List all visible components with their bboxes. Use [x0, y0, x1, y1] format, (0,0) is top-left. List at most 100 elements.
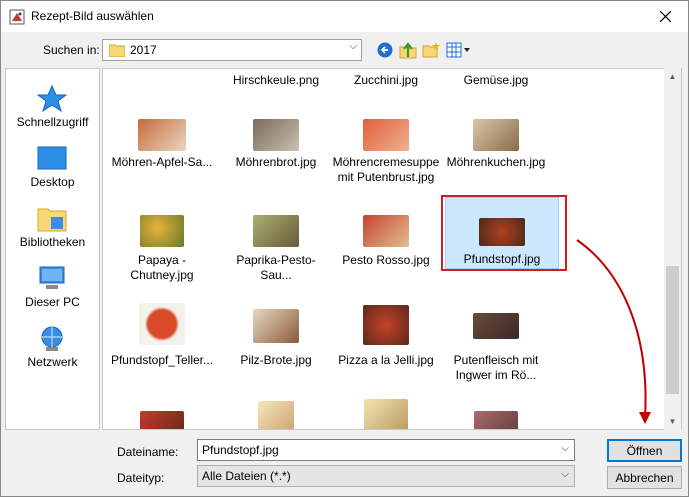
folder-icon — [109, 44, 125, 57]
close-button[interactable] — [642, 1, 688, 32]
sidebar-item-label: Bibliotheken — [19, 235, 86, 249]
view-menu-button[interactable] — [446, 40, 472, 60]
filename-field[interactable]: ⌵ — [197, 439, 575, 461]
file-name: Pfundstopf.jpg — [463, 252, 541, 266]
file-item[interactable]: Möhrenbrot.jpg — [221, 119, 331, 209]
thumbnail — [363, 119, 409, 151]
file-name: Pilz-Brote.jpg — [240, 353, 312, 367]
desktop-icon — [37, 146, 67, 170]
thumbnail — [363, 215, 409, 247]
filename-input[interactable] — [198, 440, 538, 460]
thumbnail — [253, 119, 299, 151]
file-name: Gemüse.jpg — [463, 73, 529, 87]
new-folder-button[interactable] — [421, 40, 441, 60]
file-item[interactable]: Papaya - Chutney.jpg — [107, 215, 217, 305]
file-name: Pesto Rosso.jpg — [342, 253, 430, 267]
thumbnail — [479, 218, 525, 246]
file-item[interactable]: Pizza a la Jelli.jpg — [331, 303, 441, 393]
file-name: Pizza a la Jelli.jpg — [338, 353, 434, 367]
file-name: Möhrenbrot.jpg — [235, 155, 317, 169]
chevron-down-icon: ⌵ — [349, 41, 357, 52]
file-name: Hirschkeule.png — [232, 73, 320, 87]
file-item-selected[interactable]: Pfundstopf.jpg — [445, 197, 559, 269]
file-list: Hirschkeule.png Zucchini.jpg Gemüse.jpg … — [102, 68, 682, 430]
file-name: Paprika-Pesto-Sau... — [236, 253, 316, 282]
star-icon — [36, 85, 68, 113]
filename-label: Dateiname: — [117, 445, 179, 459]
thumbnail — [140, 215, 184, 247]
new-folder-icon — [422, 42, 440, 58]
scroll-thumb[interactable] — [666, 266, 679, 394]
vertical-scrollbar[interactable]: ▲ ▼ — [664, 68, 681, 430]
file-item[interactable] — [331, 399, 441, 429]
thumbnail — [138, 119, 186, 151]
app-icon — [9, 9, 25, 25]
up-folder-icon — [399, 42, 417, 59]
file-name: Papaya - Chutney.jpg — [130, 253, 194, 282]
file-name: Pfundstopf_Teller... — [110, 353, 214, 367]
file-item[interactable]: Hirschkeule.png — [221, 69, 331, 119]
file-item[interactable]: Möhren-Apfel-Sa... — [107, 119, 217, 209]
cancel-button[interactable]: Abbrechen — [607, 466, 682, 489]
filetype-value: Alle Dateien (*.*) — [202, 469, 291, 483]
sidebar-item-network[interactable]: Netzwerk — [6, 317, 99, 375]
file-name: Möhrenkuchen.jpg — [446, 155, 546, 169]
scroll-down-icon[interactable]: ▼ — [664, 413, 681, 430]
sidebar-item-desktop[interactable]: Desktop — [6, 137, 99, 195]
file-item[interactable]: Möhrenkuchen.jpg — [441, 119, 551, 209]
sidebar-item-label: Netzwerk — [27, 355, 78, 369]
open-button[interactable]: Öffnen — [607, 439, 682, 462]
sidebar-item-label: Desktop — [30, 175, 75, 189]
lookin-label: Suchen in: — [43, 43, 100, 57]
sidebar-item-quick-access[interactable]: Schnellzugriff — [6, 77, 99, 135]
pc-icon — [39, 266, 65, 289]
file-name: Möhren-Apfel-Sa... — [111, 155, 213, 169]
back-arrow-icon — [377, 42, 393, 58]
file-item[interactable]: Gemüse.jpg — [441, 69, 551, 119]
file-name: Zucchini.jpg — [353, 73, 419, 87]
file-item[interactable] — [441, 405, 551, 429]
filetype-select[interactable]: Alle Dateien (*.*) ⌵ — [197, 465, 575, 487]
file-item[interactable]: Pilz-Brote.jpg — [221, 303, 331, 393]
thumbnail — [363, 305, 409, 345]
sidebar-item-label: Dieser PC — [25, 295, 80, 309]
thumbnail — [473, 119, 519, 151]
sidebar-item-libraries[interactable]: Bibliotheken — [6, 197, 99, 255]
file-item[interactable]: Paprika-Pesto-Sau... — [221, 215, 331, 305]
sidebar-item-label: Schnellzugriff — [16, 115, 89, 129]
thumbnail — [473, 313, 519, 339]
places-sidebar: Schnellzugriff Desktop Bibliotheken Dies… — [5, 68, 100, 430]
thumbnail — [139, 303, 185, 345]
file-item[interactable]: Pfundstopf_Teller... — [107, 303, 217, 393]
file-item[interactable] — [111, 69, 221, 119]
file-item[interactable] — [221, 401, 331, 429]
file-item[interactable]: Zucchini.jpg — [331, 69, 441, 119]
libraries-icon — [37, 208, 67, 232]
thumbnail — [253, 215, 299, 247]
close-icon — [659, 11, 671, 22]
file-item[interactable] — [107, 405, 217, 429]
up-folder-button[interactable] — [398, 40, 418, 60]
view-grid-icon — [446, 42, 470, 58]
thumbnail — [258, 401, 294, 429]
lookin-combo[interactable]: 2017 ⌵ — [102, 39, 362, 61]
file-item[interactable]: Putenfleisch mit Ingwer im Rö... — [441, 303, 551, 393]
scroll-up-icon[interactable]: ▲ — [664, 68, 681, 85]
lookin-value: 2017 — [130, 43, 157, 57]
file-item[interactable]: Pesto Rosso.jpg — [331, 215, 441, 305]
thumbnail — [474, 411, 518, 429]
chevron-down-icon: ⌵ — [561, 469, 569, 480]
file-item[interactable]: Möhrencremesuppe mit Putenbrust.jpg — [331, 119, 441, 209]
filetype-label: Dateityp: — [117, 471, 165, 485]
back-button[interactable] — [375, 40, 395, 60]
file-name: Möhrencremesuppe mit Putenbrust.jpg — [332, 155, 440, 184]
sidebar-item-this-pc[interactable]: Dieser PC — [6, 257, 99, 315]
title-bar: Rezept-Bild auswählen — [1, 1, 688, 32]
network-icon — [41, 326, 63, 351]
file-name: Putenfleisch mit Ingwer im Rö... — [453, 353, 539, 382]
file-open-dialog: Rezept-Bild auswählen Suchen in: 2017 ⌵ — [0, 0, 689, 497]
thumbnail — [364, 399, 408, 429]
window-title: Rezept-Bild auswählen — [31, 9, 154, 23]
thumbnail — [253, 309, 299, 343]
chevron-down-icon[interactable]: ⌵ — [561, 443, 569, 454]
